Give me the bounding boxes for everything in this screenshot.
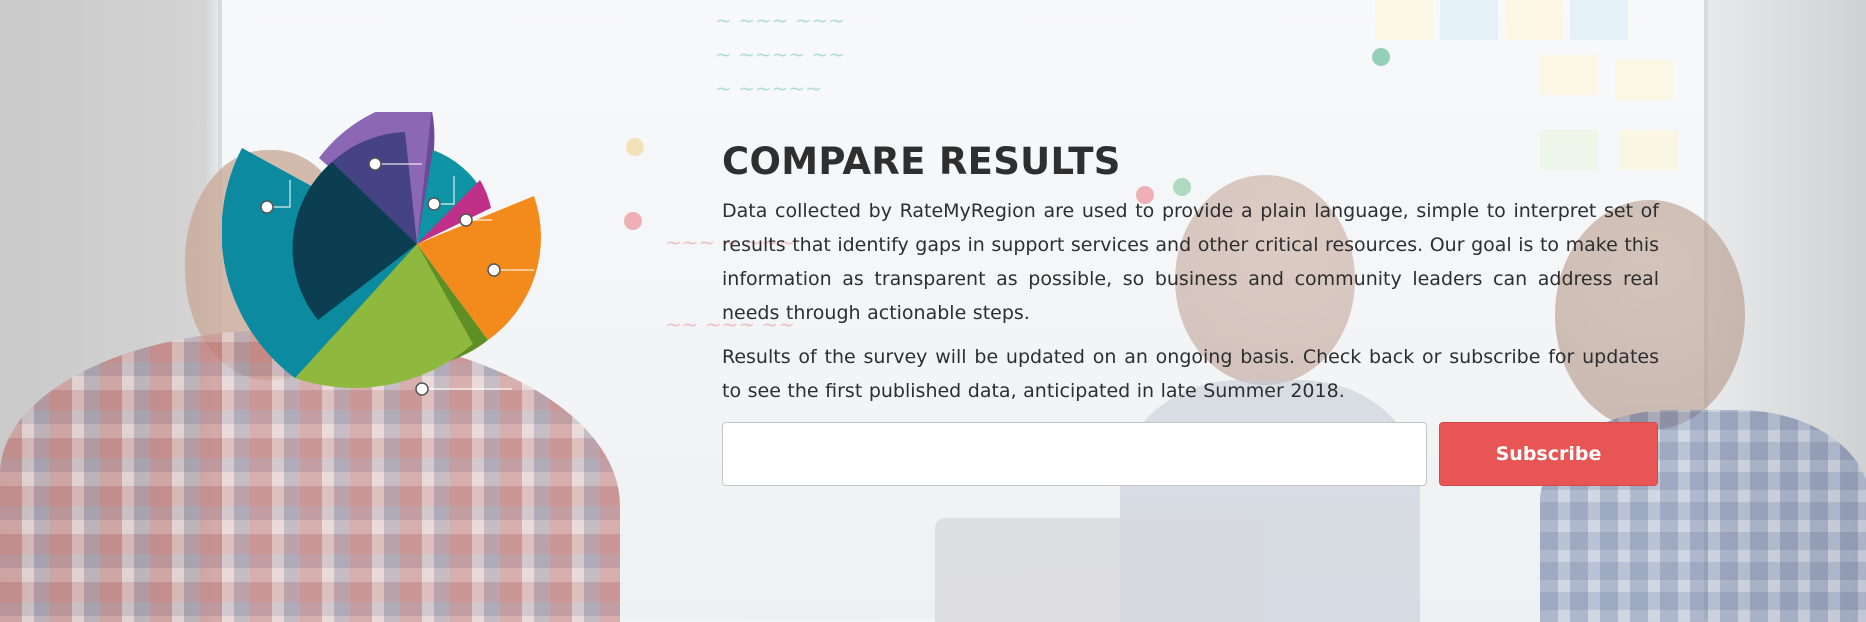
hero-section: ~ ~~~ ~~~ ~ ~~~~ ~~ ~ ~~~~~ ~~~ ~ ~~~ ~~… [0,0,1866,622]
logo-callout-dot [487,263,501,277]
logo-callout-dot [459,213,473,227]
intro-paragraph: Data collected by RateMyRegion are used … [722,200,1659,324]
subscribe-button[interactable]: Subscribe [1439,422,1658,486]
compare-results-content: COMPARE RESULTS Data collected by RateMy… [722,136,1659,486]
sticky-note [1375,0,1433,40]
sticky-note [1440,0,1498,40]
logo-callout-dot [415,382,429,396]
email-input[interactable] [722,422,1427,486]
sticky-note [1570,0,1628,40]
whiteboard-scribble: ~ ~~~~~ [715,76,822,100]
section-title: COMPARE RESULTS [722,140,1121,183]
sticky-note [1505,0,1563,40]
whiteboard-scribble: ~ ~~~~ ~~ [715,42,846,66]
laptop [935,518,1265,622]
magnet-pin [626,138,644,156]
pie-chart-logo-segments [222,112,541,388]
logo-callout-dot [427,197,441,211]
magnet-pin [1372,48,1390,66]
whiteboard-scribble: ~ ~~~ ~~~ [715,8,846,32]
logo-callout-dot [260,200,274,214]
sticky-note [1540,55,1598,95]
update-paragraph: Results of the survey will be updated on… [722,346,1659,402]
logo-callout-dot [368,157,382,171]
magnet-pin [624,212,642,230]
sticky-note [1615,60,1673,100]
subscribe-form: Subscribe [722,422,1659,486]
pie-chart-logo [222,112,541,396]
